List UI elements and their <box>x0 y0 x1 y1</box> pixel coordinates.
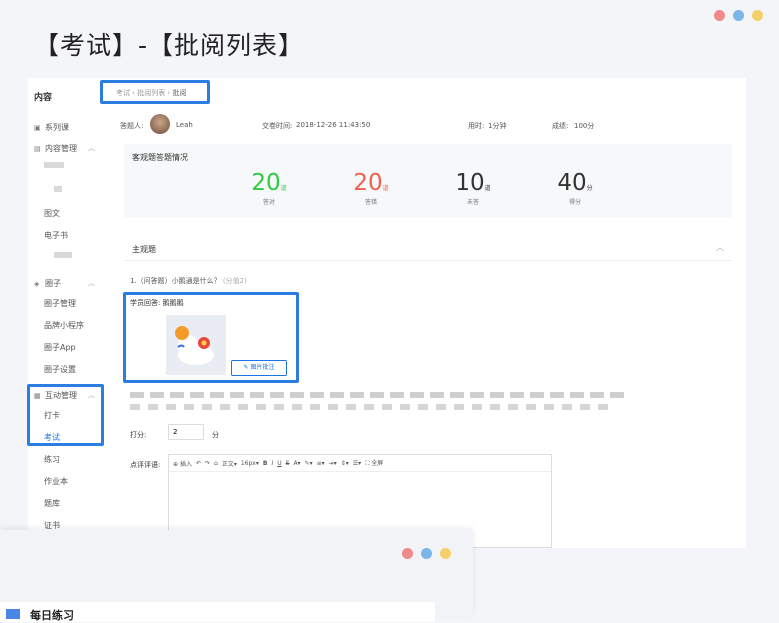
sidebar-item-circle[interactable]: ◈ 圈子 ︿ <box>34 278 95 289</box>
sidebar: 内容 ▣ 系列课 ▤ 内容管理 ︿ 图文 电子书 ◈ 圈子 ︿ 圈子管理 品牌小程序 … <box>28 78 108 538</box>
maximize-dot[interactable] <box>752 10 763 21</box>
answerer-label: 答题人: <box>120 122 144 130</box>
stat-unit: 道 <box>280 185 287 192</box>
font-size-label: 16px <box>240 459 256 467</box>
underline-icon[interactable]: U <box>277 460 281 467</box>
chevron-up-icon: ︿ <box>88 279 95 287</box>
sidebar-item-circle-settings[interactable]: 圈子设置 <box>44 364 76 375</box>
overlay-window-controls <box>402 548 451 559</box>
sidebar-item-homework[interactable]: 作业本 <box>44 476 68 487</box>
sidebar-item-mini-program[interactable]: 品牌小程序 <box>44 320 84 331</box>
stat-correct: 20道 答对 <box>224 170 314 206</box>
submit-time-label: 交卷时间: <box>262 122 293 130</box>
overlay-title: 每日练习 <box>30 609 74 622</box>
minimize-dot[interactable] <box>421 548 432 559</box>
stat-wrong-value: 20 <box>353 170 383 196</box>
interaction-highlight-box <box>27 384 104 446</box>
question-score: (分值2) <box>222 277 247 285</box>
practice-icon <box>6 609 20 619</box>
fullscreen-label: 全屏 <box>371 460 384 467</box>
sidebar-item-ebook[interactable]: 电子书 <box>44 230 68 241</box>
stat-correct-label: 答对 <box>262 199 275 206</box>
stat-correct-value: 20 <box>251 170 281 196</box>
subjective-title: 主观题 <box>132 245 156 254</box>
sidebar-item-label: 内容管理 <box>45 144 77 153</box>
comment-label: 点评评语: <box>130 461 161 469</box>
duration-label: 用时: <box>468 122 485 130</box>
avatar <box>150 114 170 134</box>
breadcrumb-highlight-box <box>100 80 210 104</box>
answer-highlight-box <box>123 292 299 383</box>
stat-unanswered-label: 未答 <box>466 199 479 206</box>
circle-icon: ◈ <box>34 280 40 288</box>
maximize-dot[interactable] <box>440 548 451 559</box>
score-summary-value: 100分 <box>574 122 595 130</box>
stat-points-value: 40 <box>557 170 587 196</box>
sidebar-item-circle-app[interactable]: 圈子App <box>44 342 76 353</box>
paragraph-select[interactable]: 正文▾ <box>222 459 237 468</box>
chevron-up-icon: ︿ <box>88 144 95 152</box>
course-icon: ▣ <box>34 124 41 132</box>
sidebar-item-practice[interactable]: 练习 <box>44 454 60 465</box>
list-icon[interactable]: ☰▾ <box>353 460 361 467</box>
sidebar-item-content-management[interactable]: ▤ 内容管理 ︿ <box>34 143 95 154</box>
bold-icon[interactable]: B <box>263 460 268 467</box>
stat-unit: 道 <box>484 185 491 192</box>
sidebar-item-course[interactable]: ▣ 系列课 <box>34 122 69 133</box>
format-painter-icon[interactable]: ⌂ <box>214 460 218 467</box>
sidebar-item-article[interactable]: 图文 <box>44 208 60 219</box>
minimize-dot[interactable] <box>733 10 744 21</box>
italic-icon[interactable]: I <box>271 460 273 467</box>
sidebar-item-label: 系列课 <box>45 123 69 132</box>
font-size-select[interactable]: 16px▾ <box>241 460 259 467</box>
fullscreen-button[interactable]: ⛶ 全屏 <box>365 458 383 468</box>
highlight-icon[interactable]: ✎▾ <box>305 460 313 467</box>
submit-time: 2018-12-26 11:43:50 <box>296 121 371 129</box>
text-color-icon[interactable]: A▾ <box>293 460 300 467</box>
insert-label: 插入 <box>179 460 192 468</box>
answerer-name: Leah <box>176 121 193 129</box>
content-icon: ▤ <box>34 145 41 153</box>
objective-stats-panel: 客观题答题情况 20道 答对 20道 答错 10道 未答 40分 得分 <box>124 144 732 218</box>
score-unit: 分 <box>212 431 219 439</box>
sidebar-item-question-bank[interactable]: 题库 <box>44 498 60 509</box>
stat-points: 40分 得分 <box>530 170 620 206</box>
window-controls <box>714 10 763 21</box>
question-stem: 1.（问答题）小鹅通是什么？ <box>130 277 221 285</box>
sidebar-heading: 内容 <box>34 93 53 103</box>
strikethrough-icon[interactable]: S <box>286 460 290 467</box>
stat-points-label: 得分 <box>568 199 581 206</box>
page-title: 【考试】-【批阅列表】 <box>34 31 305 60</box>
align-icon[interactable]: ≡▾ <box>317 460 325 467</box>
stat-unanswered: 10道 未答 <box>428 170 518 206</box>
duration-value: 1分钟 <box>488 122 507 130</box>
editor-toolbar: ⊕ 插入 ↶ ↷ ⌂ 正文▾ 16px▾ B I U S A▾ ✎▾ ≡▾ ⇥▾… <box>169 455 551 472</box>
insert-button[interactable]: ⊕ 插入 <box>173 459 192 468</box>
sidebar-item-circle-management[interactable]: 圈子管理 <box>44 298 76 309</box>
close-dot[interactable] <box>402 548 413 559</box>
close-dot[interactable] <box>714 10 725 21</box>
stat-wrong: 20道 答错 <box>326 170 416 206</box>
score-summary-label: 成绩: <box>552 122 569 130</box>
overlay-card: 每日练习 <box>0 530 473 622</box>
undo-icon[interactable]: ↶ <box>196 460 201 467</box>
stat-unanswered-value: 10 <box>455 170 485 196</box>
objective-stats-title: 客观题答题情况 <box>132 153 188 162</box>
redo-icon[interactable]: ↷ <box>205 460 210 467</box>
score-input[interactable] <box>168 424 204 440</box>
line-height-icon[interactable]: ⇕▾ <box>341 460 349 467</box>
paragraph-label: 正文 <box>221 460 234 468</box>
stat-unit: 道 <box>382 185 389 192</box>
chevron-up-icon[interactable]: ︿ <box>716 242 724 253</box>
sidebar-item-label: 圈子 <box>45 279 61 288</box>
stat-unit: 分 <box>586 185 593 192</box>
indent-icon[interactable]: ⇥▾ <box>329 460 337 467</box>
score-label: 打分: <box>130 431 147 439</box>
question-text: 1.（问答题）小鹅通是什么？ (分值2) <box>130 276 247 286</box>
stat-wrong-label: 答错 <box>364 199 377 206</box>
subjective-section-header[interactable]: 主观题 ︿ <box>124 238 732 261</box>
